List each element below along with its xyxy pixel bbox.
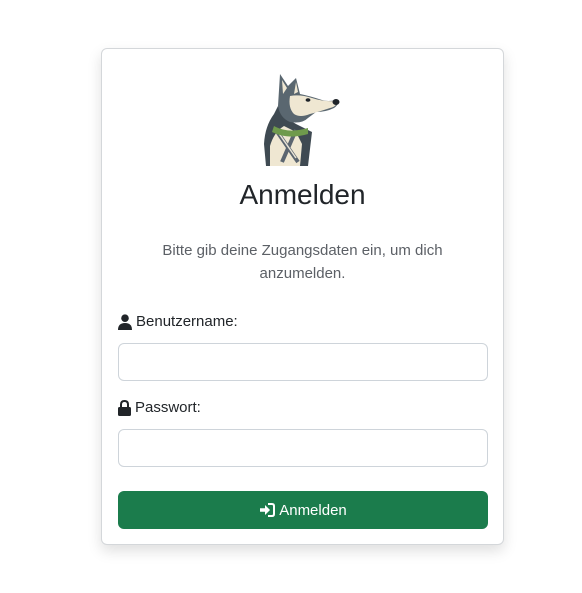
username-label-text: Benutzername: <box>136 313 238 330</box>
login-button[interactable]: Anmelden <box>118 491 488 529</box>
username-label: Benutzername: <box>118 313 238 330</box>
intro-text: Bitte gib deine Zugangsdaten ein, um dic… <box>162 242 443 282</box>
login-button-label: Anmelden <box>279 501 347 519</box>
lock-icon <box>118 399 131 416</box>
password-input[interactable] <box>118 429 488 467</box>
password-label: Passwort: <box>118 399 201 416</box>
page-title: Anmelden <box>239 179 366 210</box>
user-icon <box>118 313 132 330</box>
username-input[interactable] <box>118 343 488 381</box>
sign-in-icon <box>260 503 276 517</box>
password-label-text: Passwort: <box>135 399 201 416</box>
login-card: Anmelden Bitte gib deine Zugangsdaten ei… <box>101 48 504 545</box>
husky-logo-icon <box>264 74 340 166</box>
